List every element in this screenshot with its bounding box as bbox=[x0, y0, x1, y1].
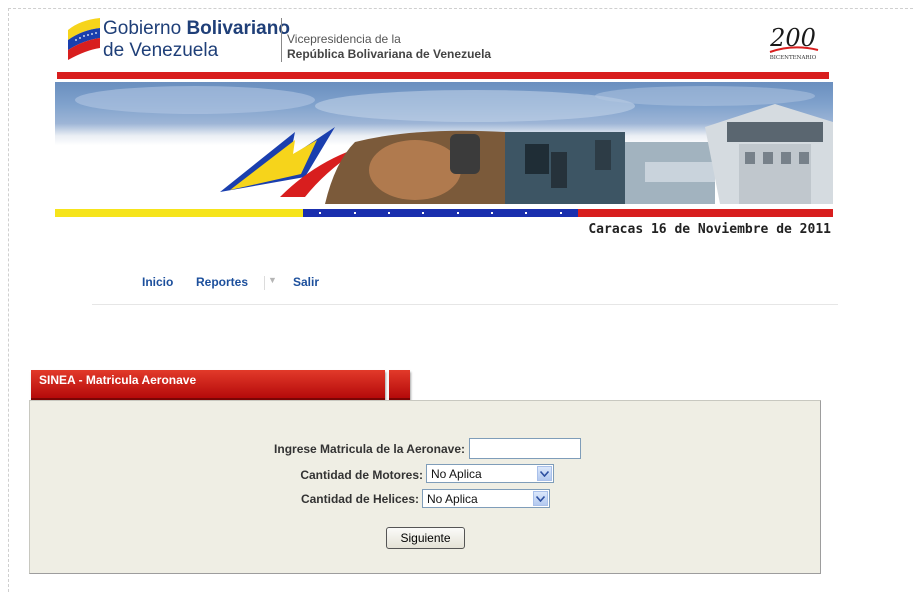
chevron-down-icon[interactable] bbox=[533, 491, 548, 506]
panel-title: SINEA - Matricula Aeronave bbox=[39, 373, 197, 387]
main-nav: Inicio Reportes ▼ Salir bbox=[92, 272, 838, 305]
nav-separator bbox=[264, 276, 265, 290]
matricula-input[interactable] bbox=[469, 438, 581, 459]
nav-item-inicio[interactable]: Inicio bbox=[142, 275, 173, 289]
flag-red-stripe bbox=[578, 209, 833, 217]
helices-selected-value: No Aplica bbox=[427, 492, 478, 506]
header-banner-image bbox=[55, 82, 833, 204]
reportes-dropdown-arrow-icon[interactable]: ▼ bbox=[268, 275, 277, 285]
venezuela-flag-logo-icon bbox=[68, 18, 100, 60]
motores-selected-value: No Aplica bbox=[431, 467, 482, 481]
vp-line1: Vicepresidencia de la bbox=[287, 32, 401, 46]
matricula-label: Ingrese Matricula de la Aeronave: bbox=[274, 442, 465, 456]
vp-line2: República Bolivariana de Venezuela bbox=[287, 47, 492, 61]
panel-tab-right bbox=[389, 370, 410, 400]
date-text: Caracas 16 de Noviembre de 2011 bbox=[588, 222, 831, 237]
gov-title-line2: de Venezuela bbox=[103, 40, 219, 61]
nav-item-salir[interactable]: Salir bbox=[293, 275, 319, 289]
motores-label: Cantidad de Motores: bbox=[300, 468, 423, 482]
panel-title-tab: SINEA - Matricula Aeronave bbox=[31, 370, 385, 400]
header-red-bar bbox=[57, 72, 829, 79]
gov-title-line1: Gobierno Bolivariano bbox=[103, 18, 290, 40]
flag-color-bar bbox=[55, 209, 833, 217]
flag-stars bbox=[303, 212, 578, 214]
motores-select[interactable]: No Aplica bbox=[426, 464, 554, 483]
header-divider bbox=[281, 18, 282, 62]
gov-title-bold: Bolivariano bbox=[186, 18, 290, 39]
helices-label: Cantidad de Helices: bbox=[300, 492, 419, 506]
gov-title-regular: Gobierno bbox=[103, 18, 182, 39]
chevron-down-icon[interactable] bbox=[537, 466, 552, 481]
bicentenario-label: BICENTENARIO bbox=[770, 55, 817, 61]
siguiente-button[interactable]: Siguiente bbox=[386, 527, 465, 549]
flag-yellow-stripe bbox=[55, 209, 303, 217]
nav-item-reportes[interactable]: Reportes bbox=[196, 275, 248, 289]
helices-select[interactable]: No Aplica bbox=[422, 489, 550, 508]
bicentenario-logo: 200 BICENTENARIO bbox=[769, 24, 819, 61]
